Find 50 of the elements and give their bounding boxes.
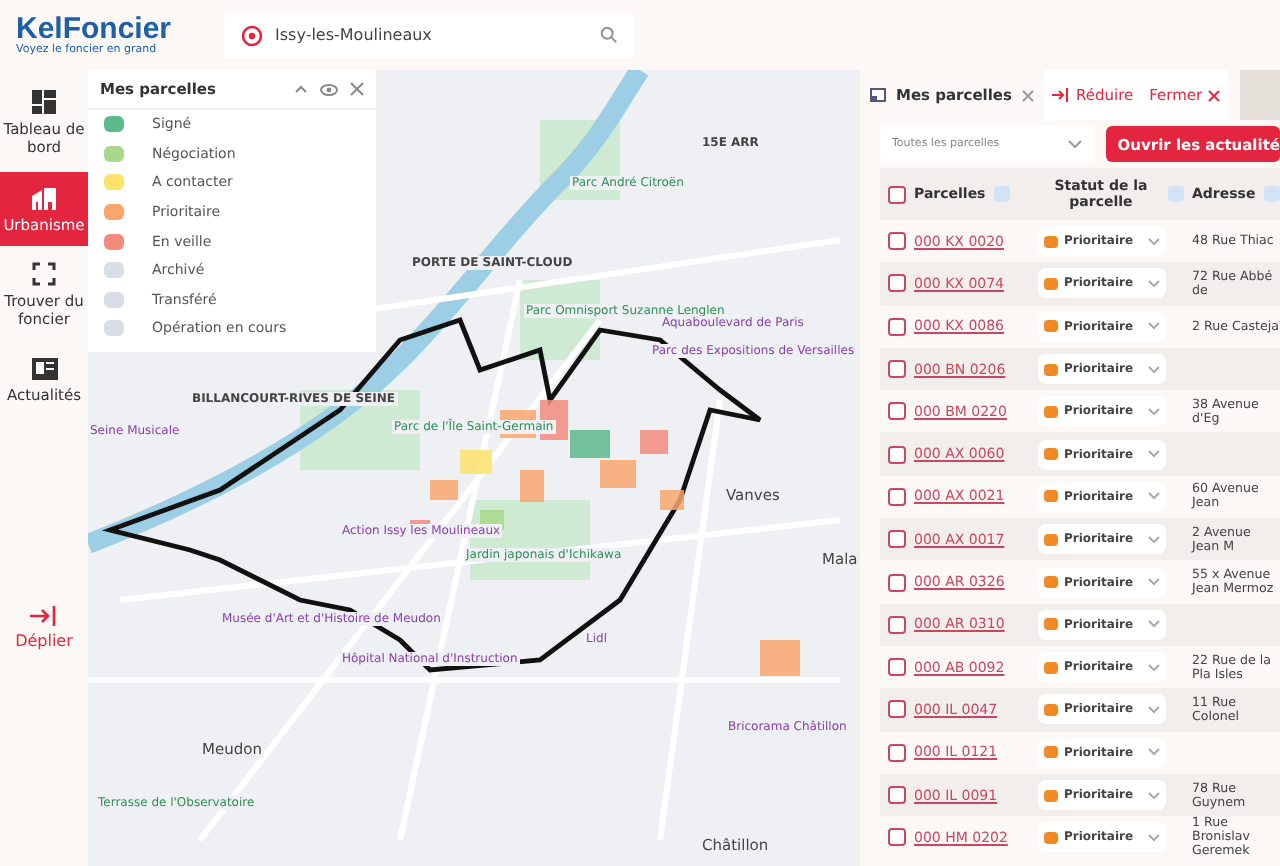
close-icon[interactable] xyxy=(350,82,364,96)
search-bar[interactable]: Issy-les-Moulineaux xyxy=(223,13,634,57)
chevron-down-icon xyxy=(1148,791,1160,799)
chevron-down-icon xyxy=(1148,535,1160,544)
chevron-down-icon xyxy=(1148,279,1160,288)
row-checkbox[interactable] xyxy=(888,573,906,592)
search-icon[interactable] xyxy=(599,26,618,44)
chevron-down-icon xyxy=(1148,365,1160,374)
close-icon xyxy=(1208,89,1221,101)
row-checkbox[interactable] xyxy=(888,658,906,677)
row-checkbox[interactable] xyxy=(888,487,906,506)
row-checkbox[interactable] xyxy=(888,615,906,634)
chevron-down-icon xyxy=(1148,492,1160,501)
row-checkbox[interactable] xyxy=(888,445,906,464)
row-checkbox[interactable] xyxy=(888,786,906,804)
logo-wordmark: KelFoncier xyxy=(16,14,172,44)
chevron-down-icon xyxy=(1148,705,1160,714)
row-checkbox[interactable] xyxy=(888,317,906,336)
row-checkbox[interactable] xyxy=(888,743,906,762)
panel-window-icon xyxy=(870,88,886,102)
chevron-down-icon xyxy=(1148,237,1160,246)
chevron-down-icon xyxy=(1067,140,1082,148)
location-target-icon xyxy=(239,23,264,47)
close-icon[interactable] xyxy=(1021,89,1034,101)
chevron-down-icon xyxy=(1148,322,1160,331)
dashboard-grid-icon xyxy=(32,90,56,114)
chevron-down-icon xyxy=(1148,620,1160,629)
chevron-down-icon xyxy=(1148,450,1160,459)
chevron-down-icon xyxy=(1148,663,1160,672)
row-checkbox[interactable] xyxy=(888,700,906,719)
row-checkbox[interactable] xyxy=(888,402,906,421)
row-checkbox[interactable] xyxy=(888,274,906,293)
newspaper-icon xyxy=(31,358,57,380)
chevron-down-icon xyxy=(1148,578,1160,587)
frame-corners-icon xyxy=(32,262,56,286)
row-checkbox[interactable] xyxy=(888,530,906,549)
select-all-checkbox[interactable] xyxy=(888,185,906,203)
row-checkbox[interactable] xyxy=(888,232,906,251)
eye-icon[interactable] xyxy=(320,83,338,95)
row-checkbox[interactable] xyxy=(888,360,906,379)
building-icon xyxy=(32,185,56,209)
expand-button[interactable]: Déplier xyxy=(0,590,88,664)
chevron-down-icon xyxy=(1148,748,1160,757)
chevron-down-icon xyxy=(1148,407,1160,416)
caret-up-icon[interactable] xyxy=(294,84,308,94)
row-checkbox[interactable] xyxy=(888,828,906,847)
arrow-to-bar-icon xyxy=(1051,88,1070,102)
chevron-down-icon xyxy=(1148,833,1160,842)
search-input[interactable]: Issy-les-Moulineaux xyxy=(275,26,588,44)
arrow-to-bar-icon xyxy=(30,605,58,625)
